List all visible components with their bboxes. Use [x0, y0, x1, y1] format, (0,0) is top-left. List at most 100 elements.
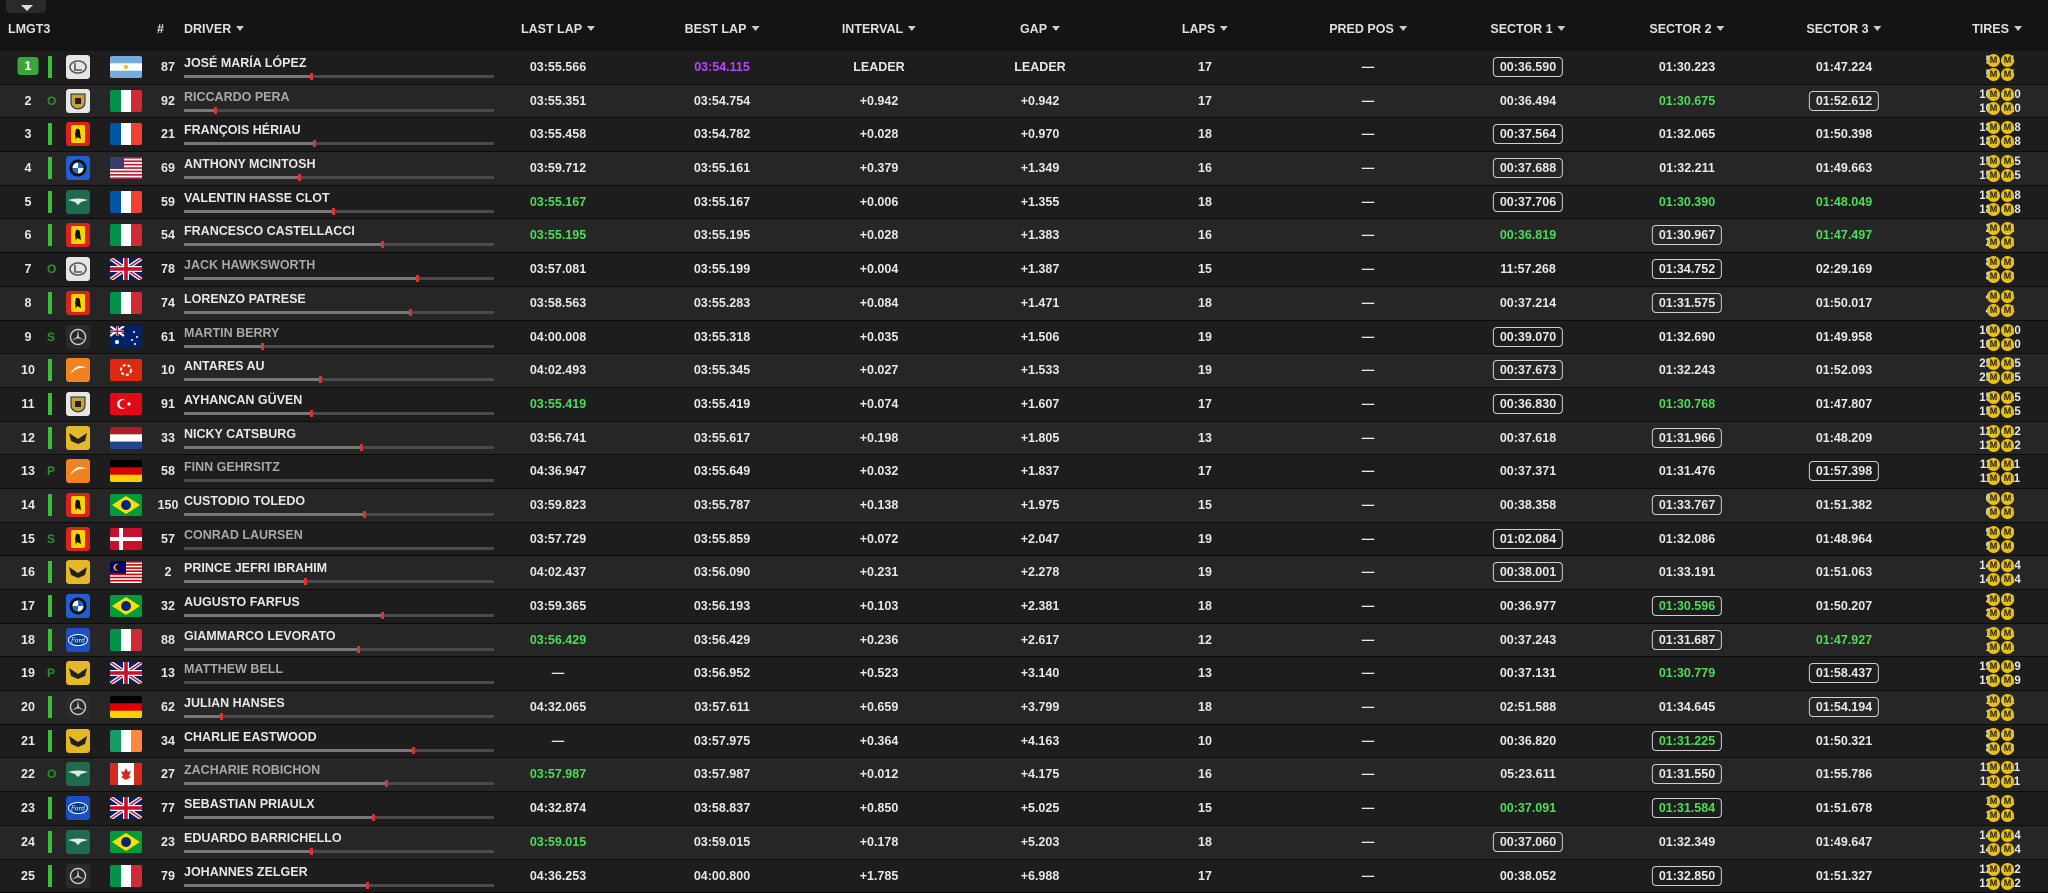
car-number: 91: [161, 397, 175, 411]
flag-icon: [110, 629, 142, 651]
table-row[interactable]: 15S57CONRAD LAURSEN03:57.72903:55.859+0.…: [0, 523, 2048, 557]
header-interval[interactable]: INTERVAL: [842, 22, 916, 36]
flag-icon: [110, 494, 142, 516]
tire-set: 12121212MMMM: [1960, 863, 2040, 891]
sector-3: 01:47.224: [1816, 60, 1872, 74]
car-marker: [332, 208, 335, 215]
sector-2: 01:31.225: [1652, 731, 1722, 751]
position: 21: [21, 734, 35, 748]
table-row[interactable]: 23Ford77SEBASTIAN PRIAULX04:32.87403:58.…: [0, 792, 2048, 826]
pred-pos: —: [1362, 835, 1375, 849]
table-row[interactable]: 22O27ZACHARIE ROBICHON03:57.98703:57.987…: [0, 758, 2048, 792]
ferrari-icon: [66, 223, 90, 247]
tire-compound-icon: M: [1987, 371, 2000, 384]
last-lap: 03:57.081: [530, 262, 586, 276]
last-lap: 03:57.987: [530, 767, 586, 781]
flag-icon: [110, 157, 142, 179]
gap: +1.975: [1021, 498, 1060, 512]
aston-martin-icon: [66, 830, 90, 854]
header-driver[interactable]: DRIVER: [184, 22, 244, 36]
tire-compound-icon: M: [1987, 121, 2000, 134]
table-row[interactable]: 187JOSÉ MARÍA LÓPEZ03:55.56603:54.115LEA…: [0, 51, 2048, 85]
table-row[interactable]: 2O92RICCARDO PERA03:55.35103:54.754+0.94…: [0, 85, 2048, 119]
header-best-lap[interactable]: BEST LAP: [685, 22, 760, 36]
position: 22: [21, 767, 35, 781]
header-laps[interactable]: LAPS: [1182, 22, 1228, 36]
table-row[interactable]: 1010ANTARES AU04:02.49303:55.345+0.027+1…: [0, 354, 2048, 388]
lap-progress-bar: [184, 210, 494, 213]
table-row[interactable]: 13P58FINN GEHRSITZ04:36.94703:55.649+0.0…: [0, 455, 2048, 489]
pred-pos: —: [1362, 262, 1375, 276]
car-number: 58: [161, 464, 175, 478]
table-row[interactable]: 1732AUGUSTO FARFUS03:59.36503:56.193+0.1…: [0, 590, 2048, 624]
tire-set: 3333MMMM: [1960, 593, 2040, 621]
header-pred-pos[interactable]: PRED POS: [1329, 22, 1407, 36]
table-row[interactable]: 9S61MARTIN BERRY04:00.00803:55.318+0.035…: [0, 321, 2048, 355]
interval: +0.028: [860, 228, 899, 242]
flag-icon: [110, 258, 142, 280]
header-sector-1[interactable]: SECTOR 1: [1490, 22, 1565, 36]
table-row[interactable]: 162PRINCE JEFRI IBRAHIM04:02.43703:56.09…: [0, 556, 2048, 590]
lap-progress-bar: [184, 378, 494, 381]
collapse-tab[interactable]: [6, 0, 46, 13]
last-lap: 04:32.874: [530, 801, 586, 815]
table-row[interactable]: 18Ford88GIAMMARCO LEVORATO03:56.42903:56…: [0, 624, 2048, 658]
ford-icon: Ford: [66, 628, 90, 652]
tire-set: 5555MMMM: [1960, 54, 2040, 82]
class-filter[interactable]: LMGT3: [8, 22, 50, 36]
flag-icon: [110, 191, 142, 213]
last-lap: 03:55.458: [530, 127, 586, 141]
table-row[interactable]: 2579JOHANNES ZELGER04:36.25304:00.800+1.…: [0, 860, 2048, 893]
interval: +1.785: [860, 869, 899, 883]
table-row[interactable]: 321FRANÇOIS HÉRIAU03:55.45803:54.782+0.0…: [0, 118, 2048, 152]
table-row[interactable]: 559VALENTIN HASSE CLOT03:55.16703:55.167…: [0, 186, 2048, 220]
gap: +5.203: [1021, 835, 1060, 849]
last-lap: 03:55.566: [530, 60, 586, 74]
sector-1: 00:36.494: [1500, 94, 1556, 108]
sector-1: 00:38.358: [1500, 498, 1556, 512]
best-lap: 03:56.193: [694, 599, 750, 613]
tire-compound-icon: M: [1987, 391, 2000, 404]
car-number: 150: [158, 498, 179, 512]
tire-compound-icon: M: [2001, 829, 2014, 842]
sector-2: 01:33.191: [1659, 565, 1715, 579]
flag-icon: [110, 730, 142, 752]
pred-pos: —: [1362, 734, 1375, 748]
sector-3: 01:57.398: [1809, 461, 1879, 481]
table-row[interactable]: 7O78JACK HAWKSWORTH03:57.08103:55.199+0.…: [0, 253, 2048, 287]
table-row[interactable]: 1191AYHANCAN GÜVEN03:55.41903:55.419+0.0…: [0, 388, 2048, 422]
header-tires[interactable]: TIRES: [1972, 22, 2022, 36]
sort-caret-icon: [1717, 26, 1725, 31]
sector-1: 00:37.214: [1500, 296, 1556, 310]
table-row[interactable]: 2062JULIAN HANSES04:32.06503:57.611+0.65…: [0, 691, 2048, 725]
flag-icon: [110, 292, 142, 314]
flag-icon: [110, 90, 142, 112]
table-row[interactable]: 2134CHARLIE EASTWOOD—03:57.975+0.364+4.1…: [0, 725, 2048, 759]
lap-progress-bar: [184, 850, 494, 853]
table-row[interactable]: 654FRANCESCO CASTELLACCI03:55.19503:55.1…: [0, 219, 2048, 253]
lap-progress-bar: [184, 782, 494, 785]
bmw-icon: [66, 156, 90, 180]
interval: +0.364: [860, 734, 899, 748]
table-row[interactable]: 1233NICKY CATSBURG03:56.74103:55.617+0.1…: [0, 422, 2048, 456]
car-number: 74: [161, 296, 175, 310]
header-gap[interactable]: GAP: [1020, 22, 1060, 36]
header-last-lap[interactable]: LAST LAP: [521, 22, 595, 36]
table-row[interactable]: 469ANTHONY MCINTOSH03:59.71203:55.161+0.…: [0, 152, 2048, 186]
pred-pos: —: [1362, 161, 1375, 175]
status-indicator: [48, 561, 52, 583]
table-row[interactable]: 14150CUSTODIO TOLEDO03:59.82303:55.787+0…: [0, 489, 2048, 523]
table-row[interactable]: 2423EDUARDO BARRICHELLO03:59.01503:59.01…: [0, 826, 2048, 860]
tire-compound-icon: M: [1987, 189, 2000, 202]
last-lap: 04:00.008: [530, 330, 586, 344]
table-row[interactable]: 19P13MATTHEW BELL—03:56.952+0.523+3.1401…: [0, 657, 2048, 691]
tire-compound-icon: M: [2001, 728, 2014, 741]
mclaren-icon: [66, 358, 90, 382]
table-row[interactable]: 874LORENZO PATRESE03:58.56303:55.283+0.0…: [0, 287, 2048, 321]
header-sector-2[interactable]: SECTOR 2: [1649, 22, 1724, 36]
header-sector-3[interactable]: SECTOR 3: [1806, 22, 1881, 36]
sector-1: 00:36.830: [1493, 394, 1563, 414]
position: 2: [25, 94, 32, 108]
lexus-icon: [66, 55, 90, 79]
driver-name: CHARLIE EASTWOOD: [184, 730, 317, 744]
